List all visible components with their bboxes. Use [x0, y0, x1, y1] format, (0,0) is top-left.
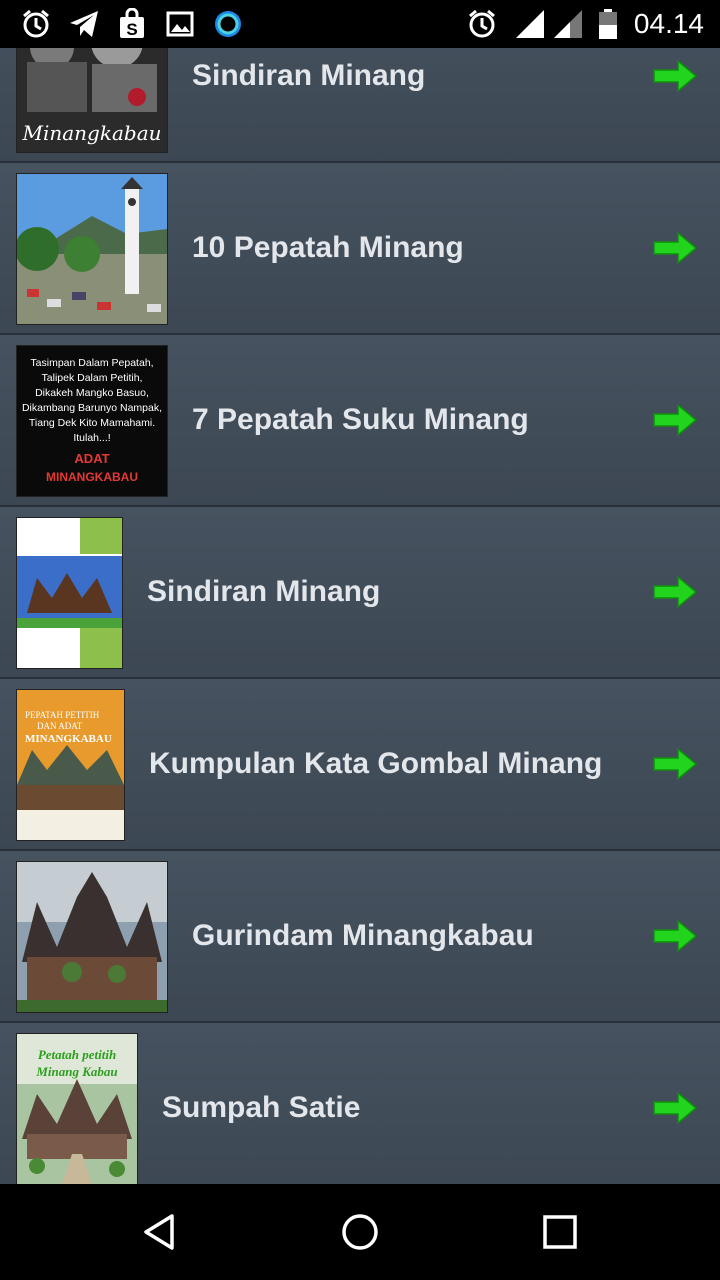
battery-icon	[599, 9, 617, 39]
svg-text:S: S	[126, 20, 137, 39]
svg-text:PEPATAH PETITIH: PEPATAH PETITIH	[25, 710, 100, 720]
circle-app-icon	[215, 11, 241, 37]
item-label: Sumpah Satie	[162, 1091, 361, 1124]
status-bar: S 04.14	[0, 0, 720, 48]
list-item[interactable]: Sindiran Minang	[0, 507, 720, 679]
item-label: Sindiran Minang	[147, 575, 381, 608]
item-label: Sindiran Minang	[192, 59, 426, 92]
list-item[interactable]: Minangkabau Sindiran Minang	[0, 48, 720, 163]
telegram-icon	[70, 11, 98, 37]
svg-text:DAN ADAT: DAN ADAT	[37, 721, 83, 731]
item-label: Kumpulan Kata Gombal Minang	[149, 747, 603, 780]
item-thumbnail: Minangkabau	[16, 48, 168, 153]
svg-text:Dikambang Barunyo Nampak,: Dikambang Barunyo Nampak,	[22, 402, 162, 414]
item-thumbnail	[16, 173, 168, 325]
clock: 04.14	[633, 8, 704, 39]
svg-text:MINANGKABAU: MINANGKABAU	[25, 733, 112, 745]
arrow-right-icon[interactable]	[652, 403, 698, 437]
svg-text:Dikakeh Mangko Basuo,: Dikakeh Mangko Basuo,	[35, 387, 149, 399]
arrow-right-icon[interactable]	[652, 575, 698, 609]
alarm-icon	[23, 9, 49, 38]
navigation-bar	[0, 1184, 720, 1280]
svg-text:Itulah...!: Itulah...!	[73, 432, 110, 444]
list-item[interactable]: PEPATAH PETITIH DAN ADAT MINANGKABAU Kum…	[0, 679, 720, 851]
item-thumbnail: PEPATAH PETITIH DAN ADAT MINANGKABAU	[16, 689, 125, 841]
list-item[interactable]: 10 Pepatah Minang	[0, 163, 720, 335]
home-icon[interactable]	[340, 1212, 380, 1252]
svg-text:MINANGKABAU: MINANGKABAU	[46, 470, 138, 484]
thumb-caption: Minangkabau	[21, 121, 161, 145]
signal-weak-icon	[554, 10, 582, 38]
item-label: Gurindam Minangkabau	[192, 919, 534, 952]
item-label: 10 Pepatah Minang	[192, 231, 464, 264]
pepatah-list[interactable]: Minangkabau Sindiran Minang 10 Pepatah M…	[0, 48, 720, 1184]
signal-icon	[516, 10, 544, 38]
arrow-right-icon[interactable]	[652, 747, 698, 781]
svg-text:Tiang Dek Kito Mamahami.: Tiang Dek Kito Mamahami.	[29, 417, 155, 429]
list-item[interactable]: Tasimpan Dalam Pepatah, Talipek Dalam Pe…	[0, 335, 720, 507]
alarm-icon	[469, 9, 495, 38]
back-icon[interactable]	[140, 1212, 180, 1252]
arrow-right-icon[interactable]	[652, 919, 698, 953]
item-label: 7 Pepatah Suku Minang	[192, 403, 529, 436]
arrow-right-icon[interactable]	[652, 231, 698, 265]
svg-text:Tasimpan Dalam Pepatah,: Tasimpan Dalam Pepatah,	[30, 357, 153, 369]
item-thumbnail: Petatah petitih Minang Kabau	[16, 1033, 138, 1184]
item-thumbnail	[16, 861, 168, 1013]
recents-icon[interactable]	[540, 1212, 580, 1252]
svg-text:Talipek Dalam Petitih,: Talipek Dalam Petitih,	[42, 372, 143, 384]
svg-text:Petatah petitih: Petatah petitih	[38, 1047, 116, 1062]
arrow-right-icon[interactable]	[652, 1091, 698, 1125]
item-thumbnail: Tasimpan Dalam Pepatah, Talipek Dalam Pe…	[16, 345, 168, 497]
list-item[interactable]: Petatah petitih Minang Kabau Sumpah Sati…	[0, 1023, 720, 1184]
list-item[interactable]: Gurindam Minangkabau	[0, 851, 720, 1023]
item-thumbnail	[16, 517, 123, 669]
shopping-bag-icon: S	[120, 8, 144, 39]
arrow-right-icon[interactable]	[652, 59, 698, 93]
svg-text:Minang Kabau: Minang Kabau	[35, 1064, 117, 1079]
svg-text:ADAT: ADAT	[74, 451, 109, 466]
image-icon	[166, 11, 194, 37]
